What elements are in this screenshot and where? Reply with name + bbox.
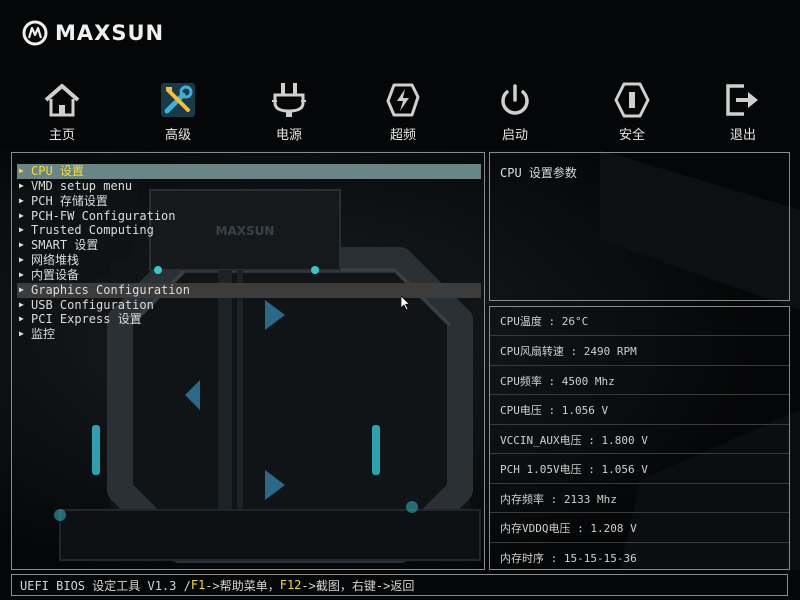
lightning-icon xyxy=(386,83,420,117)
status-divider xyxy=(490,335,789,336)
status-cpu-fan-speed: CPU风扇转速 : 2490 RPM xyxy=(500,345,637,358)
triangle-right-icon: ▶ xyxy=(19,195,24,205)
status-divider xyxy=(490,394,789,395)
help-panel: CPU 设置参数 xyxy=(489,152,790,301)
menu-item-smart-settings[interactable]: ▶ SMART 设置 xyxy=(17,238,481,253)
status-divider xyxy=(490,424,789,425)
nav-tab-boot[interactable]: 启动 xyxy=(477,80,553,143)
nav-tab-overclock[interactable]: 超频 xyxy=(365,80,441,143)
home-icon xyxy=(44,84,80,117)
nav-tab-exit[interactable]: 退出 xyxy=(705,80,781,143)
footer-key-f12: F12 xyxy=(279,578,302,592)
footer-prefix: UEFI BIOS 设定工具 V1.3 / xyxy=(20,578,191,593)
menu-item-graphics-configuration[interactable]: ▶ Graphics Configuration xyxy=(17,282,481,298)
triangle-right-icon: ▶ xyxy=(19,269,24,279)
status-vccin-aux-voltage: VCCIN_AUX电压 : 1.800 V xyxy=(500,434,648,447)
menu-item-label: 网络堆栈 xyxy=(31,253,80,268)
status-memory-frequency: 内存频率 : 2133 Mhz xyxy=(500,493,617,506)
status-cpu-frequency: CPU频率 : 4500 Mhz xyxy=(500,375,615,388)
menu-item-trusted-computing[interactable]: ▶ Trusted Computing xyxy=(17,223,481,238)
menu-item-label: 监控 xyxy=(31,327,56,342)
menu-item-label: 内置设备 xyxy=(31,267,80,282)
menu-item-pch-fw[interactable]: ▶ PCH-FW Configuration xyxy=(17,209,481,224)
brand-name: MAXSUN xyxy=(55,21,165,45)
footer-text-1: ->帮助菜单， xyxy=(205,578,280,593)
menu-item-pci-express[interactable]: ▶ PCI Express 设置 xyxy=(17,312,481,327)
triangle-right-icon: ▶ xyxy=(19,314,24,324)
triangle-right-icon: ▶ xyxy=(19,225,24,235)
menu-item-cpu-settings[interactable]: ▶ CPU 设置 xyxy=(17,164,481,179)
status-pch-voltage: PCH 1.05V电压 : 1.056 V xyxy=(500,463,648,476)
nav-label: 电源 xyxy=(275,128,302,143)
status-divider xyxy=(490,453,789,454)
menu-item-label: SMART 设置 xyxy=(31,238,99,253)
shield-icon xyxy=(614,82,650,118)
nav-label: 退出 xyxy=(729,128,756,143)
status-divider xyxy=(490,542,789,543)
footer-key-f1: F1 xyxy=(190,578,206,592)
status-cpu-temperature: CPU温度 : 26°C xyxy=(500,315,589,328)
status-cpu-voltage: CPU电压 : 1.056 V xyxy=(500,404,609,417)
menu-item-label: Trusted Computing xyxy=(31,223,154,238)
footer-help-bar: UEFI BIOS 设定工具 V1.3 / F1 ->帮助菜单， F12 ->截… xyxy=(11,574,788,596)
status-divider xyxy=(490,365,789,366)
triangle-right-icon: ▶ xyxy=(19,210,24,220)
menu-item-label: PCH-FW Configuration xyxy=(31,208,176,223)
triangle-right-icon: ▶ xyxy=(19,240,24,250)
menu-item-onboard-devices[interactable]: ▶ 内置设备 xyxy=(17,268,481,283)
menu-item-network-stack[interactable]: ▶ 网络堆栈 xyxy=(17,253,481,268)
menu-item-label: Graphics Configuration xyxy=(31,282,190,297)
settings-menu-panel: ▶ CPU 设置 ▶ VMD setup menu ▶ PCH 存储设置 ▶ P… xyxy=(11,152,485,570)
status-memory-vddq-voltage: 内存VDDQ电压 : 1.208 V xyxy=(500,522,637,535)
nav-label: 启动 xyxy=(501,128,528,143)
triangle-right-icon: ▶ xyxy=(19,180,24,190)
menu-item-label: USB Configuration xyxy=(31,297,154,312)
exit-icon xyxy=(726,84,758,116)
status-divider xyxy=(490,512,789,513)
nav-tab-power[interactable]: 电源 xyxy=(251,80,327,143)
nav-label: 超频 xyxy=(389,128,416,143)
triangle-right-icon: ▶ xyxy=(19,255,24,265)
tools-icon xyxy=(161,83,195,117)
mouse-cursor-icon xyxy=(401,296,411,311)
menu-item-vmd-setup[interactable]: ▶ VMD setup menu xyxy=(17,179,481,194)
nav-tab-advanced[interactable]: 高级 xyxy=(140,80,216,143)
menu-item-label: PCI Express 设置 xyxy=(31,312,142,327)
menu-item-label: CPU 设置 xyxy=(31,164,84,178)
nav-tab-security[interactable]: 安全 xyxy=(594,80,670,143)
menu-item-label: PCH 存储设置 xyxy=(31,193,108,208)
top-nav: 主页 高级 电源 超频 启动 安全 退出 xyxy=(0,80,800,146)
power-plug-icon xyxy=(272,83,306,117)
footer-text-2: ->截图，右键->返回 xyxy=(301,578,415,593)
settings-menu-list: ▶ CPU 设置 ▶ VMD setup menu ▶ PCH 存储设置 ▶ P… xyxy=(17,164,481,342)
help-description: CPU 设置参数 xyxy=(500,166,577,180)
status-divider xyxy=(490,483,789,484)
menu-item-pch-storage[interactable]: ▶ PCH 存储设置 xyxy=(17,194,481,209)
brand-logo: MAXSUN xyxy=(22,18,164,48)
menu-item-label: VMD setup menu xyxy=(31,178,133,193)
triangle-right-icon: ▶ xyxy=(19,284,24,294)
status-memory-timings: 内存时序 : 15-15-15-36 xyxy=(500,552,637,565)
nav-label: 安全 xyxy=(618,128,645,143)
menu-item-usb-configuration[interactable]: ▶ USB Configuration xyxy=(17,298,481,313)
nav-tab-home[interactable]: 主页 xyxy=(24,80,100,143)
triangle-right-icon: ▶ xyxy=(19,329,24,339)
menu-item-monitor[interactable]: ▶ 监控 xyxy=(17,327,481,342)
power-button-icon xyxy=(501,84,529,115)
maxsun-logo-icon xyxy=(22,20,48,46)
hardware-status-panel: CPU温度 : 26°C CPU风扇转速 : 2490 RPM CPU频率 : … xyxy=(489,306,790,570)
nav-label: 主页 xyxy=(48,128,75,143)
triangle-right-icon: ▶ xyxy=(19,299,24,309)
triangle-right-icon: ▶ xyxy=(19,166,24,175)
nav-label: 高级 xyxy=(164,128,191,143)
